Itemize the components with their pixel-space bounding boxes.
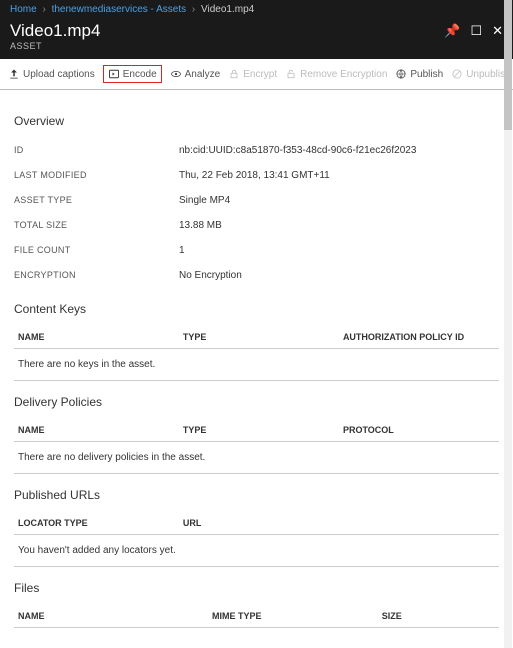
col-mime: MIME TYPE [208, 605, 378, 628]
files-title: Files [14, 581, 499, 595]
maximize-icon[interactable]: ☐ [470, 23, 482, 39]
overview-title: Overview [14, 114, 499, 128]
unpublish-button: Unpublish [451, 68, 510, 80]
delivery-policies-table: NAME TYPE PROTOCOL There are no delivery… [14, 419, 499, 474]
upload-icon [8, 68, 20, 80]
header-bar: Home › thenewmediaservices - Assets › Vi… [0, 0, 513, 59]
scrollbar[interactable] [504, 0, 512, 648]
asset-type-value: Single MP4 [179, 195, 230, 206]
upload-captions-button[interactable]: Upload captions [8, 68, 95, 80]
published-urls-title: Published URLs [14, 488, 499, 502]
col-locator-type: LOCATOR TYPE [14, 512, 179, 535]
delivery-policies-title: Delivery Policies [14, 395, 499, 409]
breadcrumb-current: Video1.mp4 [201, 4, 254, 15]
globe-icon [395, 68, 407, 80]
id-value: nb:cid:UUID:c8a51870-f353-48cd-90c6-f21e… [179, 145, 416, 156]
content-keys-empty: There are no keys in the asset. [14, 349, 499, 381]
page-title: Video1.mp4 [10, 21, 100, 41]
content-keys-title: Content Keys [14, 302, 499, 316]
id-label: ID [14, 145, 179, 156]
col-name: NAME [14, 605, 208, 628]
asset-type-label: ASSET TYPE [14, 195, 179, 206]
breadcrumb-home[interactable]: Home [10, 4, 37, 15]
last-modified-label: LAST MODIFIED [14, 170, 179, 181]
breadcrumb-service[interactable]: thenewmediaservices - Assets [52, 4, 187, 15]
encryption-value: No Encryption [179, 270, 242, 281]
breadcrumb: Home › thenewmediaservices - Assets › Vi… [10, 4, 503, 15]
encode-icon [108, 68, 120, 80]
col-type: TYPE [179, 419, 339, 442]
file-count-label: FILE COUNT [14, 245, 179, 256]
total-size-value: 13.88 MB [179, 220, 222, 231]
col-name: NAME [14, 326, 179, 349]
encode-button[interactable]: Encode [103, 65, 162, 83]
scrollbar-thumb[interactable] [504, 0, 512, 130]
published-urls-empty: You haven't added any locators yet. [14, 535, 499, 567]
remove-encryption-button: Remove Encryption [285, 68, 387, 80]
pin-icon[interactable]: 📌 [444, 23, 460, 39]
col-policy: AUTHORIZATION POLICY ID [339, 326, 499, 349]
col-type: TYPE [179, 326, 339, 349]
analyze-button[interactable]: Analyze [170, 68, 221, 80]
content-keys-table: NAME TYPE AUTHORIZATION POLICY ID There … [14, 326, 499, 381]
col-name: NAME [14, 419, 179, 442]
page-subtitle: ASSET [10, 41, 100, 51]
encryption-label: ENCRYPTION [14, 270, 179, 281]
col-size: SIZE [378, 605, 499, 628]
close-icon[interactable]: ✕ [492, 23, 503, 39]
publish-button[interactable]: Publish [395, 68, 443, 80]
published-urls-table: LOCATOR TYPE URL You haven't added any l… [14, 512, 499, 567]
toolbar: Upload captions Encode Analyze Encrypt R… [0, 59, 513, 90]
unlock-icon [285, 68, 297, 80]
delivery-policies-empty: There are no delivery policies in the as… [14, 442, 499, 474]
unpublish-icon [451, 68, 463, 80]
file-count-value: 1 [179, 245, 185, 256]
files-table: NAME MIME TYPE SIZE [14, 605, 499, 628]
col-url: URL [179, 512, 499, 535]
lock-icon [228, 68, 240, 80]
col-protocol: PROTOCOL [339, 419, 499, 442]
encrypt-button: Encrypt [228, 68, 277, 80]
last-modified-value: Thu, 22 Feb 2018, 13:41 GMT+11 [179, 170, 330, 181]
eye-icon [170, 68, 182, 80]
content-area: Overview IDnb:cid:UUID:c8a51870-f353-48c… [0, 90, 513, 648]
total-size-label: TOTAL SIZE [14, 220, 179, 231]
